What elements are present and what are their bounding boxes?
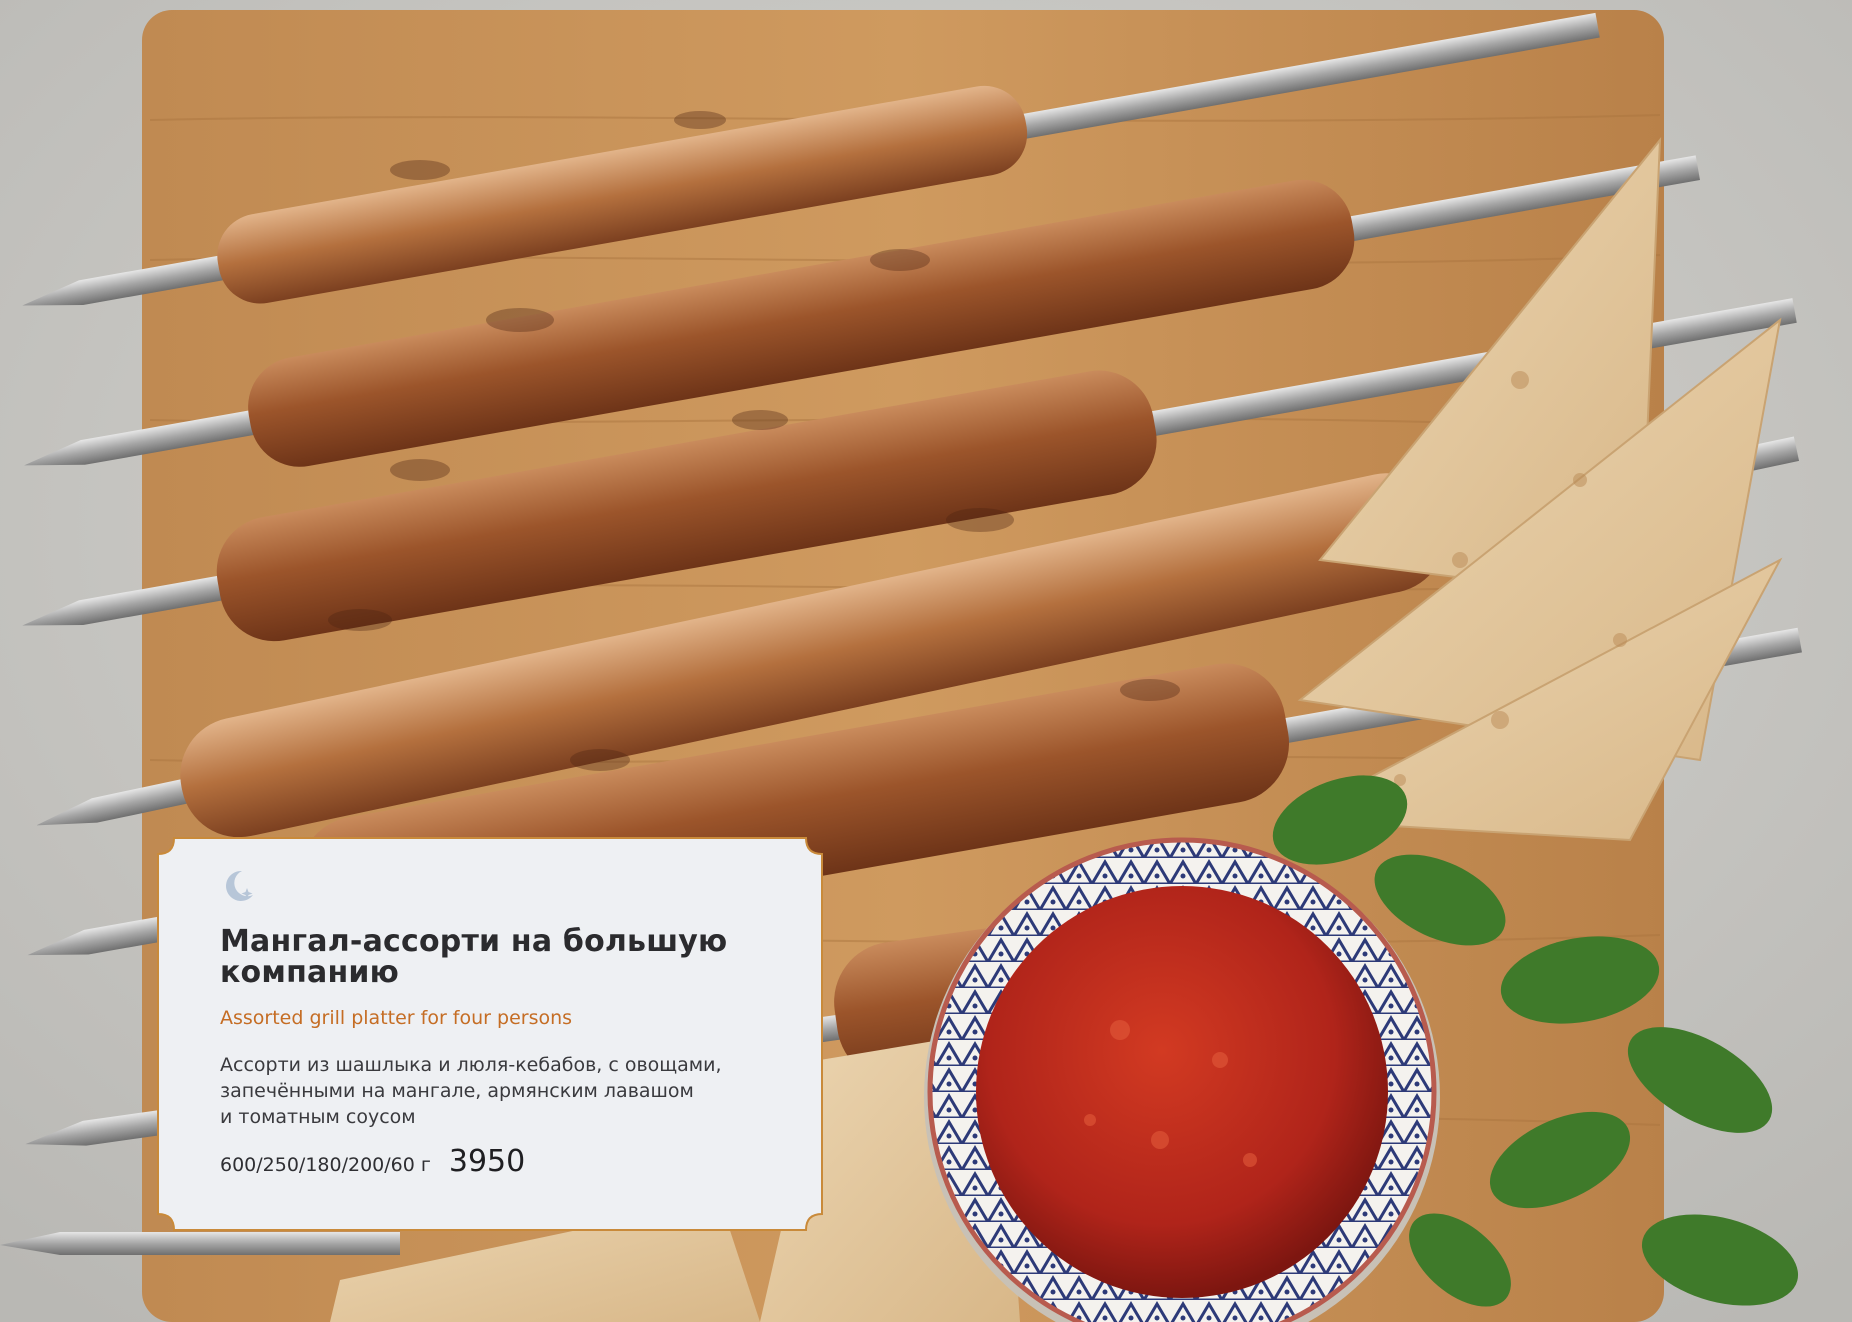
dish-weight: 600/250/180/200/60 г: [220, 1154, 431, 1176]
dish-meta: 600/250/180/200/60 г 3950: [220, 1144, 780, 1179]
dish-subtitle: Assorted grill platter for four persons: [220, 1007, 573, 1029]
crescent-moon-star-icon: [226, 870, 253, 901]
card-content: Мангал-ассорти на большую компанию Assor…: [220, 866, 780, 1179]
dish-description: Ассорти из шашлыка и люля-кебабов, с ово…: [220, 1054, 722, 1128]
dish-title: Мангал-ассорти на большую компанию: [220, 924, 728, 990]
menu-item-card: Мангал-ассорти на большую компанию Assor…: [156, 836, 824, 1232]
dish-price: 3950: [448, 1144, 526, 1179]
